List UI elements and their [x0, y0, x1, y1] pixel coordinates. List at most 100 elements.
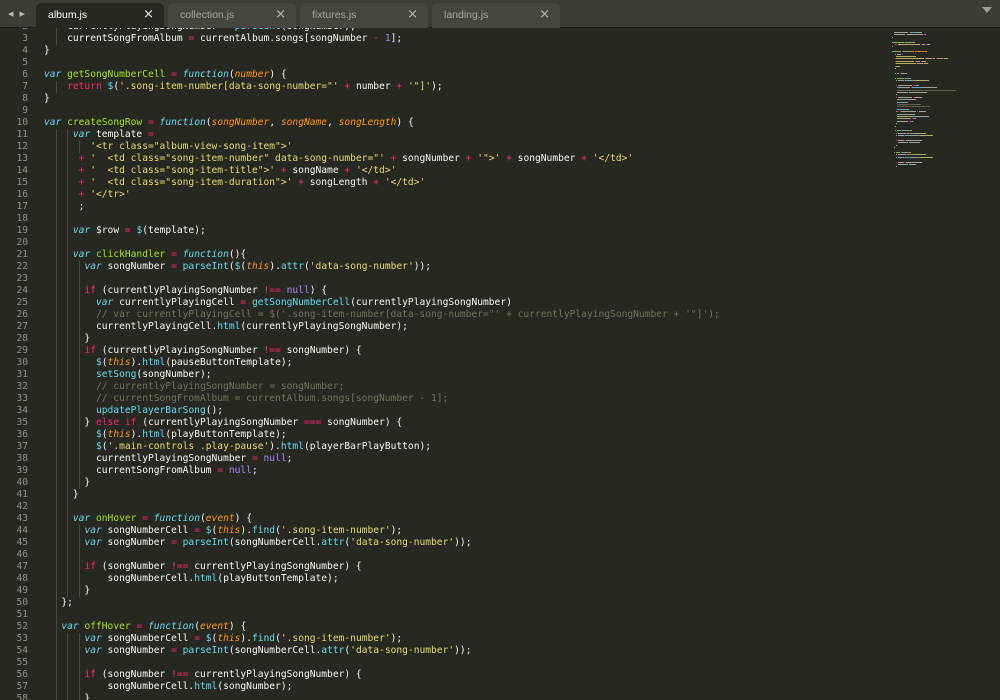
close-icon[interactable]: ×: [275, 7, 286, 22]
code-token: ) {: [269, 69, 287, 80]
line-number: 11: [16, 129, 28, 140]
code-token: find: [251, 633, 276, 644]
code-text: + ' <td class="song-item-title">' + song…: [44, 165, 397, 177]
minimap-token: [915, 60, 921, 62]
code-token: (songNumber: [96, 669, 172, 680]
minimap-token: [896, 56, 916, 57]
code-text: var currentlyPlayingCell = getSongNumber…: [44, 297, 512, 309]
line-number: 25: [16, 297, 28, 308]
line-number: 28: [16, 333, 28, 344]
minimap-token: [896, 104, 921, 105]
line-number: 8: [22, 93, 28, 104]
code-text: };: [44, 597, 73, 609]
code-text: currentSongFromAlbum = null;: [44, 465, 258, 477]
minimap-token: [925, 132, 927, 134]
minimap-token: [909, 152, 912, 153]
code-token: event: [200, 621, 229, 632]
tab-album-js[interactable]: album.js ×: [36, 3, 164, 28]
code-text: songNumberCell.html(playButtonTemplate);: [44, 573, 339, 585]
code-token: html: [280, 441, 304, 452]
code-token: this: [217, 525, 241, 536]
minimap-token: [911, 120, 913, 122]
close-icon[interactable]: ×: [539, 7, 550, 22]
minimap-token: [895, 152, 901, 153]
line-number: 36: [16, 429, 28, 440]
code-token: songNumber: [511, 153, 582, 164]
code-token: getSongNumberCell: [251, 297, 351, 308]
code-token: '</td>': [384, 177, 426, 188]
line-number: 10: [16, 117, 28, 128]
minimap-token: [915, 118, 917, 120]
close-icon[interactable]: ×: [407, 7, 418, 22]
tab-landing-js[interactable]: landing.js ×: [432, 3, 560, 28]
code-token: if: [84, 345, 96, 356]
code-token: ));: [454, 537, 472, 548]
code-text: currentlyPlayingSongNumber = null;: [44, 453, 292, 465]
code-token: 'data-song-number': [309, 261, 414, 272]
line-number: 9: [22, 105, 28, 116]
code-editor[interactable]: 2 currentlyPlayingSongNumber = parseInt(…: [0, 28, 1000, 700]
line-number: 43: [16, 513, 28, 524]
code-token: this: [246, 261, 270, 272]
line-number: 22: [16, 261, 28, 272]
code-token: currentlyPlayingSongNumber: [44, 28, 223, 32]
code-token: songNumberCell: [101, 525, 195, 536]
minimap-token: [897, 84, 913, 86]
minimap-token: [909, 135, 919, 137]
code-token: (currentlyPlayingSongNumber: [96, 345, 264, 356]
code-token: attr: [321, 645, 345, 656]
code-text: }: [44, 489, 79, 501]
code-token: var: [95, 297, 114, 308]
code-text: currentSongFromAlbum = currentAlbum.song…: [44, 33, 402, 45]
code-token: '">': [477, 153, 501, 164]
tab-fixtures-js[interactable]: fixtures.js ×: [300, 3, 428, 28]
tab-list-dropdown-icon[interactable]: [982, 7, 992, 13]
line-number: 58: [16, 693, 28, 700]
code-token: currentSongFromAlbum: [44, 33, 189, 44]
line-number: 54: [16, 645, 28, 656]
code-token: }: [44, 477, 91, 488]
code-token: ) {: [309, 285, 328, 296]
code-token: '.song-item-number': [280, 525, 391, 536]
code-token: }: [44, 45, 50, 56]
minimap-token: [921, 156, 932, 158]
tab-collection-js[interactable]: collection.js ×: [168, 3, 296, 28]
code-token: currentlyPlayingSongNumber) {: [188, 561, 362, 572]
code-token: }: [44, 693, 91, 700]
code-token: (currentlyPlayingSongNumber: [96, 285, 264, 296]
minimap-token: [913, 41, 916, 43]
line-number: 31: [16, 369, 28, 380]
code-token: (currentlyPlayingSongNumber: [136, 417, 304, 428]
code-token: else: [95, 417, 120, 428]
code-text: // currentlyPlayingSongNumber = songNumb…: [44, 381, 344, 393]
line-number: 7: [22, 81, 28, 92]
minimap-token: [898, 142, 907, 144]
minimap[interactable]: [888, 28, 1000, 290]
back-arrow-icon[interactable]: ◂: [8, 6, 14, 22]
line-number: 33: [16, 393, 28, 404]
forward-arrow-icon[interactable]: ▸: [20, 6, 26, 22]
minimap-token: [903, 99, 916, 101]
line-number: 30: [16, 357, 28, 368]
code-token: // var currentlyPlayingCell = $('.song-i…: [95, 309, 720, 320]
minimap-token: [915, 96, 923, 98]
line-number: 45: [16, 537, 28, 548]
code-token: // currentSongFromAlbum = currentAlbum.s…: [95, 393, 449, 404]
code-text: if (currentlyPlayingSongNumber !== songN…: [44, 345, 361, 357]
close-icon[interactable]: ×: [143, 7, 154, 22]
minimap-token: [892, 36, 893, 38]
code-token: (playButtonTemplate);: [217, 573, 339, 584]
code-token: ;: [44, 201, 85, 212]
code-token: var: [84, 261, 102, 272]
code-text: var getSongNumberCell = function(number)…: [44, 69, 287, 81]
